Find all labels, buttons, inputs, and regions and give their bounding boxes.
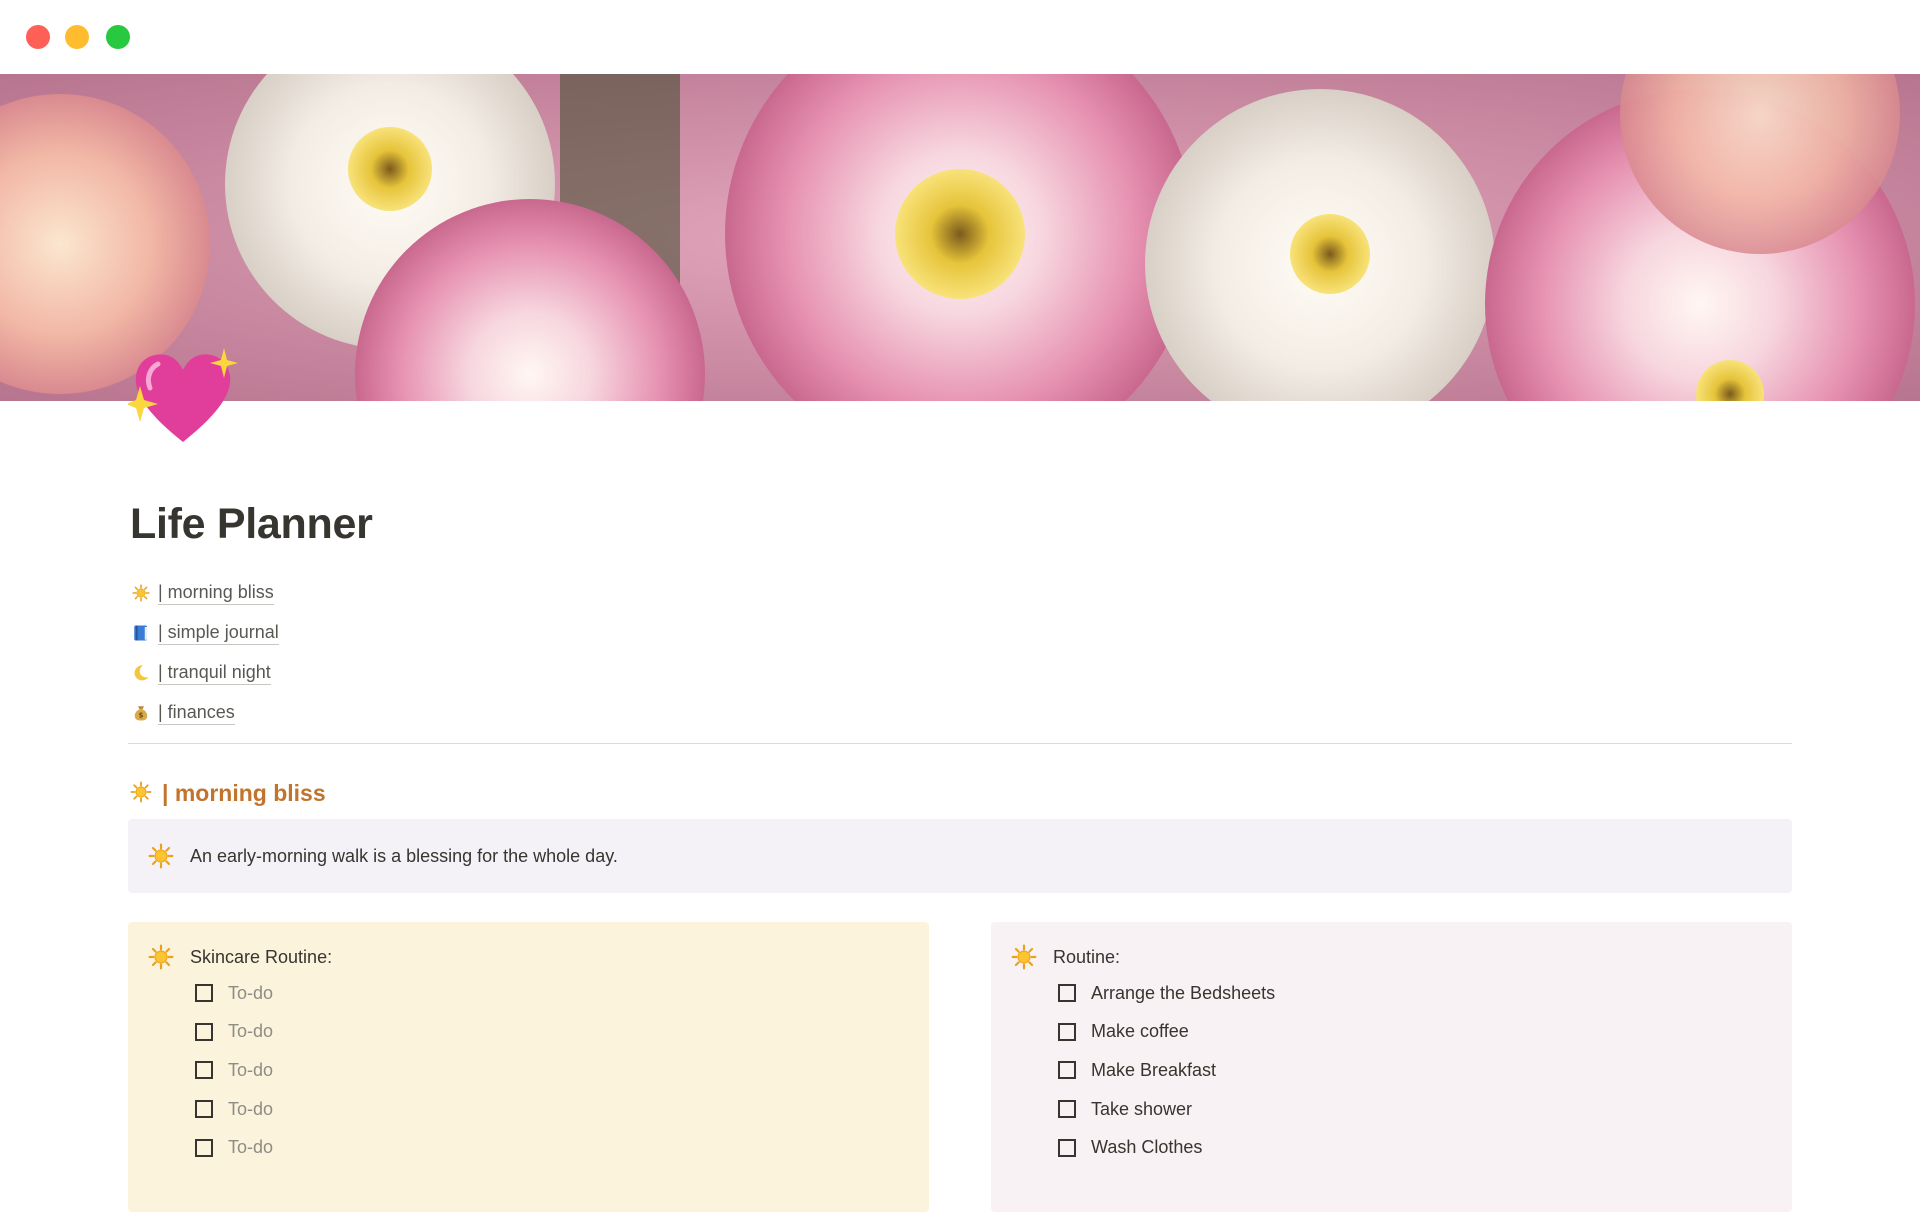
- quote-text: An early-morning walk is a blessing for …: [190, 845, 618, 866]
- todo-checkbox[interactable]: [1058, 1061, 1076, 1080]
- todo-text[interactable]: To-do: [228, 1099, 273, 1120]
- todo-item[interactable]: To-do: [195, 1090, 929, 1129]
- skincare-routine-title: Skincare Routine:: [190, 946, 333, 967]
- page-link-simple-journal[interactable]: | simple journal: [130, 613, 279, 653]
- page-link-label[interactable]: | simple journal: [158, 622, 279, 645]
- todo-item[interactable]: Take shower: [1058, 1090, 1792, 1129]
- todo-checkbox[interactable]: [1058, 1100, 1076, 1119]
- todo-checkbox[interactable]: [1058, 984, 1076, 1003]
- todo-text[interactable]: To-do: [228, 1021, 273, 1042]
- page-link-finances[interactable]: $ | finances: [130, 693, 279, 733]
- blue-book-icon: [130, 622, 152, 644]
- todo-text[interactable]: Take shower: [1091, 1099, 1192, 1120]
- sun-icon[interactable]: [146, 942, 176, 972]
- skincare-todo-list: To-do To-do To-do To-do To-do: [195, 974, 929, 1167]
- todo-checkbox[interactable]: [195, 1138, 213, 1157]
- sun-icon[interactable]: [146, 841, 176, 871]
- todo-text[interactable]: Make Breakfast: [1091, 1060, 1216, 1081]
- sparkling-heart-icon[interactable]: [126, 342, 238, 452]
- todo-text[interactable]: Wash Clothes: [1091, 1137, 1202, 1158]
- todo-checkbox[interactable]: [1058, 1138, 1076, 1157]
- todo-item[interactable]: Arrange the Bedsheets: [1058, 974, 1792, 1013]
- window-minimize-button[interactable]: [65, 25, 89, 49]
- sun-icon: [130, 781, 154, 805]
- page-link-label[interactable]: | finances: [158, 702, 235, 725]
- window-close-button[interactable]: [26, 25, 50, 49]
- divider: [128, 743, 1792, 744]
- todo-text[interactable]: Arrange the Bedsheets: [1091, 983, 1275, 1004]
- todo-checkbox[interactable]: [195, 1022, 213, 1041]
- page-link-morning-bliss[interactable]: | morning bliss: [130, 573, 279, 613]
- todo-text[interactable]: To-do: [228, 983, 273, 1004]
- todo-item[interactable]: To-do: [195, 1051, 929, 1090]
- crescent-moon-icon: [130, 662, 152, 684]
- routine-title: Routine:: [1053, 946, 1121, 967]
- quote-callout: An early-morning walk is a blessing for …: [128, 819, 1792, 893]
- money-bag-icon: $: [130, 702, 152, 724]
- todo-text[interactable]: To-do: [228, 1137, 273, 1158]
- page-link-tranquil-night[interactable]: | tranquil night: [130, 653, 279, 693]
- page-links-list: | morning bliss | simple journal | tranq…: [130, 573, 279, 733]
- svg-text:$: $: [139, 712, 144, 720]
- todo-item[interactable]: To-do: [195, 1013, 929, 1052]
- flower-cover-illustration: [0, 74, 1920, 401]
- routine-callout: Routine: Arrange the Bedsheets Make coff…: [991, 922, 1792, 1212]
- todo-text[interactable]: Make coffee: [1091, 1021, 1189, 1042]
- page-title: Life Planner: [130, 500, 373, 548]
- skincare-routine-callout: Skincare Routine: To-do To-do To-do To-d…: [128, 922, 929, 1212]
- window-titlebar: [0, 0, 1920, 74]
- page-link-label[interactable]: | tranquil night: [158, 662, 271, 685]
- todo-checkbox[interactable]: [1058, 1022, 1076, 1041]
- window-maximize-button[interactable]: [106, 25, 130, 49]
- routine-todo-list: Arrange the Bedsheets Make coffee Make B…: [1058, 974, 1792, 1167]
- todo-item[interactable]: Make Breakfast: [1058, 1051, 1792, 1090]
- todo-item[interactable]: Make coffee: [1058, 1013, 1792, 1052]
- section-heading-text: | morning bliss: [162, 779, 326, 806]
- page-cover-image[interactable]: [0, 74, 1920, 401]
- todo-text[interactable]: To-do: [228, 1060, 273, 1081]
- todo-item[interactable]: Wash Clothes: [1058, 1128, 1792, 1167]
- section-heading-morning-bliss: | morning bliss: [130, 775, 326, 811]
- todo-checkbox[interactable]: [195, 1100, 213, 1119]
- sun-icon: [130, 582, 152, 604]
- todo-item[interactable]: To-do: [195, 974, 929, 1013]
- page-link-label[interactable]: | morning bliss: [158, 582, 274, 605]
- todo-checkbox[interactable]: [195, 1061, 213, 1080]
- todo-item[interactable]: To-do: [195, 1128, 929, 1167]
- sun-icon[interactable]: [1009, 942, 1039, 972]
- todo-checkbox[interactable]: [195, 984, 213, 1003]
